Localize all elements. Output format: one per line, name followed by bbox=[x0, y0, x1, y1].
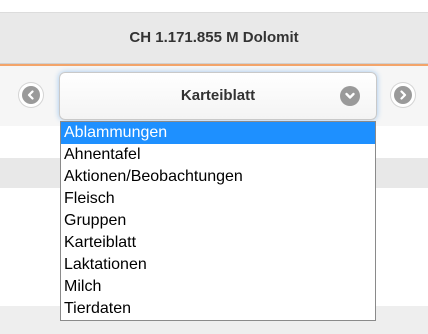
dropdown-option-laktationen[interactable]: Laktationen bbox=[61, 254, 375, 276]
chevron-left-icon bbox=[27, 90, 34, 100]
dropdown-option-milch[interactable]: Milch bbox=[61, 276, 375, 298]
dropdown-option-karteiblatt[interactable]: Karteiblatt bbox=[61, 232, 375, 254]
dropdown-option-ahnentafel[interactable]: Ahnentafel bbox=[61, 144, 375, 166]
page-title: CH 1.171.855 M Dolomit bbox=[129, 29, 299, 46]
previous-button[interactable] bbox=[22, 86, 40, 104]
chevron-right-icon bbox=[400, 90, 407, 100]
dropdown-option-gruppen[interactable]: Gruppen bbox=[61, 210, 375, 232]
view-select-value: Karteiblatt bbox=[180, 87, 256, 104]
dropdown-option-aktionen-beobachtungen[interactable]: Aktionen/Beobachtungen bbox=[61, 166, 375, 188]
header-bar: CH 1.171.855 M Dolomit bbox=[0, 12, 428, 64]
dropdown-option-ablammungen[interactable]: Ablammungen bbox=[61, 122, 375, 144]
chevron-down-icon bbox=[340, 86, 360, 106]
next-button[interactable] bbox=[394, 86, 412, 104]
view-dropdown-list: Ablammungen Ahnentafel Aktionen/Beobacht… bbox=[60, 121, 376, 321]
top-strip bbox=[0, 0, 428, 12]
dropdown-option-fleisch[interactable]: Fleisch bbox=[61, 188, 375, 210]
dropdown-option-tierdaten[interactable]: Tierdaten bbox=[61, 298, 375, 320]
view-select[interactable]: Karteiblatt bbox=[59, 72, 377, 120]
